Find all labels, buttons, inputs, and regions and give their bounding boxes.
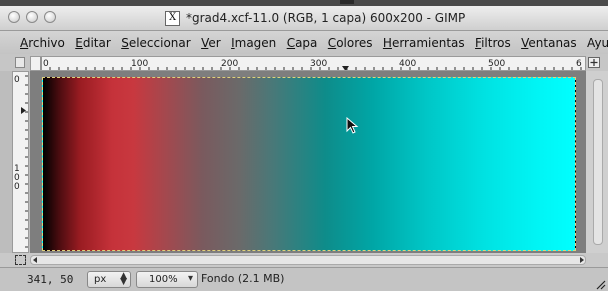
updown-arrows-icon: ▲ ▼ bbox=[120, 271, 127, 287]
zoom-selector[interactable]: 100% ▾ bbox=[136, 271, 198, 288]
horizontal-ruler[interactable]: 0 100 200 300 400 500 6 bbox=[30, 56, 586, 71]
title-bar: X *grad4.xcf-11.0 (RGB, 1 capa) 600x200 … bbox=[0, 6, 608, 31]
menu-archivo[interactable]: Archivo bbox=[20, 36, 65, 50]
menu-bar: Archivo Editar Seleccionar Ver Imagen Ca… bbox=[0, 31, 608, 54]
horizontal-ruler-ticks: 0 100 200 300 400 500 6 bbox=[40, 57, 582, 70]
menu-ayuda[interactable]: Ayuda bbox=[587, 36, 608, 50]
menu-capa[interactable]: Capa bbox=[287, 36, 318, 50]
gradient-image[interactable] bbox=[42, 77, 576, 251]
ruler-label: 0 bbox=[14, 182, 20, 192]
gimp-file-icon: X bbox=[165, 10, 180, 26]
ruler-label: 100 bbox=[131, 59, 148, 69]
menu-ventanas[interactable]: Ventanas bbox=[521, 36, 577, 50]
status-bar: 341, 50 px ▲ ▼ 100% ▾ Fondo (2.1 MB) bbox=[0, 267, 608, 291]
navigate-icon[interactable] bbox=[588, 57, 600, 68]
menu-label-post: rchivo bbox=[28, 35, 65, 50]
zoom-window-button[interactable] bbox=[44, 11, 56, 23]
ruler-label: 400 bbox=[399, 59, 416, 69]
ruler-label: 0 bbox=[43, 59, 49, 69]
menu-label-post: er bbox=[208, 35, 221, 50]
mouse-pointer-icon bbox=[346, 117, 359, 134]
menu-label-post: eleccionar bbox=[128, 35, 191, 50]
pointer-coordinates: 341, 50 bbox=[27, 273, 74, 286]
vertical-ruler-ticks: 0 1 0 0 bbox=[14, 75, 28, 248]
scroll-right-arrow[interactable] bbox=[580, 257, 584, 263]
quick-mask-icon[interactable] bbox=[15, 255, 26, 265]
ruler-label: 6 bbox=[576, 59, 582, 69]
unit-value: px bbox=[94, 274, 107, 285]
minimize-window-button[interactable] bbox=[26, 11, 38, 23]
menu-label-post: entanas bbox=[528, 35, 577, 50]
menu-filtros[interactable]: Filtros bbox=[475, 36, 511, 50]
menu-mnemonic: H bbox=[382, 35, 392, 50]
menu-label-post: erramientas bbox=[391, 35, 465, 50]
menu-seleccionar[interactable]: Seleccionar bbox=[121, 36, 191, 50]
pointer-position-marker bbox=[21, 107, 26, 114]
menu-mnemonic: S bbox=[121, 35, 129, 50]
menu-editar[interactable]: Editar bbox=[75, 36, 111, 50]
menu-colores[interactable]: Colores bbox=[328, 36, 373, 50]
ruler-label: 500 bbox=[488, 59, 505, 69]
vertical-scrollbar[interactable] bbox=[586, 71, 608, 253]
menu-mnemonic: C bbox=[327, 35, 337, 50]
menu-herramientas[interactable]: Herramientas bbox=[383, 36, 465, 50]
chevron-down-icon: ▾ bbox=[187, 273, 193, 284]
menu-label-post: ditar bbox=[82, 35, 111, 50]
image-canvas-area[interactable] bbox=[30, 71, 586, 253]
zoom-value: 100% bbox=[149, 274, 178, 285]
menu-ver[interactable]: Ver bbox=[201, 36, 221, 50]
menu-label-post: magen bbox=[234, 35, 277, 50]
menu-imagen[interactable]: Imagen bbox=[231, 36, 276, 50]
ruler-corner-button[interactable] bbox=[15, 57, 25, 68]
menu-label-post: iltros bbox=[481, 35, 511, 50]
menu-label-post: olores bbox=[336, 35, 373, 50]
resize-grip-icon[interactable] bbox=[594, 278, 606, 290]
menu-label-post: apa bbox=[295, 35, 318, 50]
layer-info: Fondo (2.1 MB) bbox=[201, 272, 285, 285]
top-notch bbox=[340, 0, 354, 4]
menu-label-pre: Ayu bbox=[587, 35, 608, 50]
scroll-left-arrow[interactable] bbox=[33, 257, 37, 263]
vertical-ruler[interactable]: 0 1 0 0 bbox=[12, 71, 29, 253]
horizontal-scrollbar[interactable] bbox=[30, 255, 586, 265]
menu-mnemonic: C bbox=[286, 35, 296, 50]
menu-mnemonic: A bbox=[20, 35, 29, 50]
window-title: *grad4.xcf-11.0 (RGB, 1 capa) 600x200 - … bbox=[186, 11, 466, 25]
ruler-label: 300 bbox=[310, 59, 327, 69]
vertical-scroll-track[interactable] bbox=[593, 79, 603, 245]
ruler-label: 200 bbox=[221, 59, 238, 69]
menu-mnemonic: E bbox=[75, 35, 83, 50]
gimp-image-window: X *grad4.xcf-11.0 (RGB, 1 capa) 600x200 … bbox=[0, 0, 608, 291]
top-ruler-row: 0 100 200 300 400 500 6 bbox=[0, 54, 608, 71]
ruler-label: 0 bbox=[14, 75, 20, 85]
unit-selector[interactable]: px ▲ ▼ bbox=[87, 271, 131, 288]
close-window-button[interactable] bbox=[8, 11, 20, 23]
window-title-group: X *grad4.xcf-11.0 (RGB, 1 capa) 600x200 … bbox=[165, 10, 465, 26]
bottom-scroll-row bbox=[0, 253, 608, 267]
